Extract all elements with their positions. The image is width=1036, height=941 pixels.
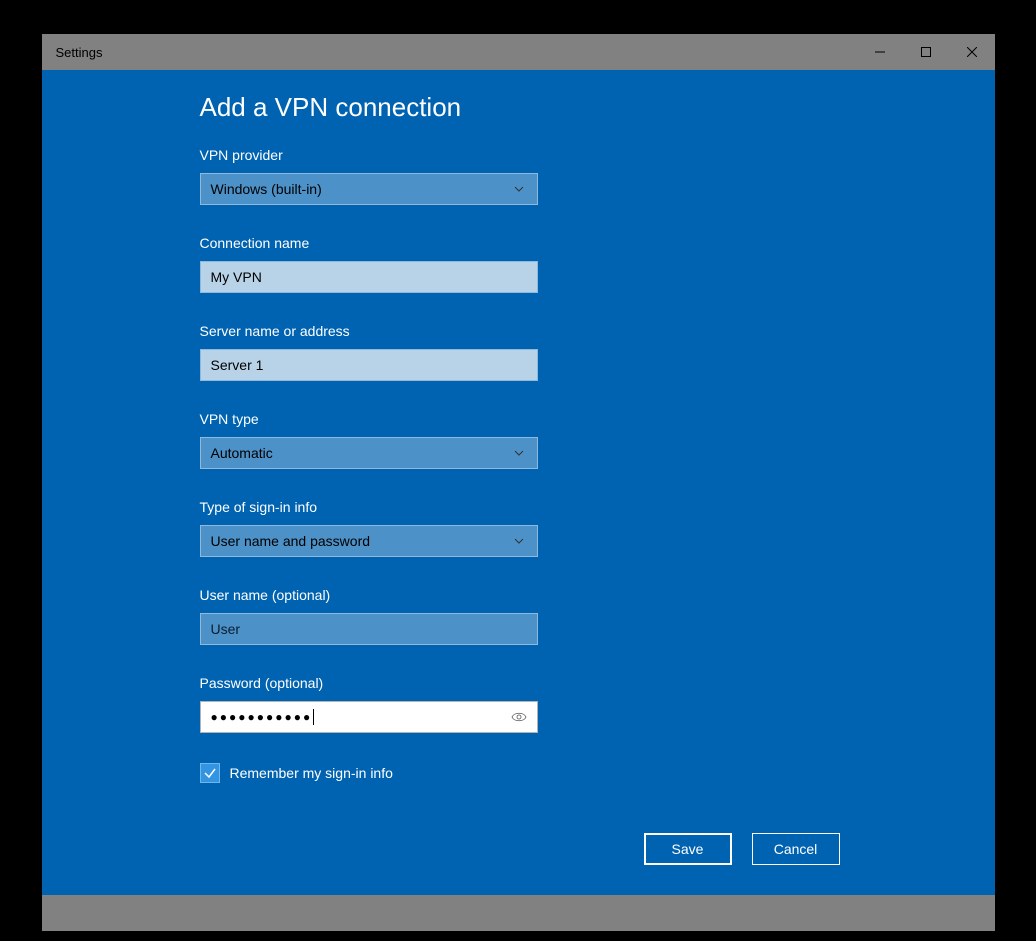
window-title: Settings	[42, 45, 103, 60]
signin-type-value: User name and password	[211, 533, 371, 549]
field-vpn-type: VPN type Automatic	[200, 411, 840, 469]
vpn-provider-value: Windows (built-in)	[211, 181, 322, 197]
save-button[interactable]: Save	[644, 833, 732, 865]
cancel-button[interactable]: Cancel	[752, 833, 840, 865]
content-area: Add a VPN connection VPN provider Window…	[42, 70, 995, 895]
check-icon	[203, 766, 217, 780]
close-button[interactable]	[949, 34, 995, 70]
field-server-name: Server name or address Server 1	[200, 323, 840, 381]
connection-name-label: Connection name	[200, 235, 840, 251]
chevron-down-icon	[513, 535, 525, 547]
field-password: Password (optional) ●●●●●●●●●●●	[200, 675, 840, 733]
vpn-form: Add a VPN connection VPN provider Window…	[200, 92, 840, 865]
user-name-value: User	[211, 621, 241, 637]
titlebar: Settings	[42, 34, 995, 70]
server-name-value: Server 1	[211, 357, 264, 373]
vpn-type-label: VPN type	[200, 411, 840, 427]
bottom-strip	[42, 895, 995, 931]
settings-window: Settings	[42, 34, 995, 931]
minimize-icon	[875, 47, 885, 57]
field-connection-name: Connection name My VPN	[200, 235, 840, 293]
vpn-type-value: Automatic	[211, 445, 273, 461]
connection-name-input[interactable]: My VPN	[200, 261, 538, 293]
remember-checkbox[interactable]	[200, 763, 220, 783]
user-name-input[interactable]: User	[200, 613, 538, 645]
server-name-label: Server name or address	[200, 323, 840, 339]
signin-type-label: Type of sign-in info	[200, 499, 840, 515]
text-caret	[313, 709, 314, 725]
password-value: ●●●●●●●●●●●	[211, 709, 315, 725]
chevron-down-icon	[513, 447, 525, 459]
server-name-input[interactable]: Server 1	[200, 349, 538, 381]
field-signin-type: Type of sign-in info User name and passw…	[200, 499, 840, 557]
close-icon	[967, 47, 977, 57]
vpn-provider-select[interactable]: Windows (built-in)	[200, 173, 538, 205]
vpn-provider-label: VPN provider	[200, 147, 840, 163]
maximize-icon	[921, 47, 931, 57]
field-vpn-provider: VPN provider Windows (built-in)	[200, 147, 840, 205]
button-row: Save Cancel	[200, 833, 840, 865]
remember-row: Remember my sign-in info	[200, 763, 840, 783]
password-label: Password (optional)	[200, 675, 840, 691]
chevron-down-icon	[513, 183, 525, 195]
connection-name-value: My VPN	[211, 269, 262, 285]
page-title: Add a VPN connection	[200, 92, 840, 123]
minimize-button[interactable]	[857, 34, 903, 70]
password-input[interactable]: ●●●●●●●●●●●	[200, 701, 538, 733]
remember-label: Remember my sign-in info	[230, 765, 393, 781]
user-name-label: User name (optional)	[200, 587, 840, 603]
signin-type-select[interactable]: User name and password	[200, 525, 538, 557]
field-user-name: User name (optional) User	[200, 587, 840, 645]
maximize-button[interactable]	[903, 34, 949, 70]
vpn-type-select[interactable]: Automatic	[200, 437, 538, 469]
reveal-password-icon[interactable]	[511, 711, 527, 723]
